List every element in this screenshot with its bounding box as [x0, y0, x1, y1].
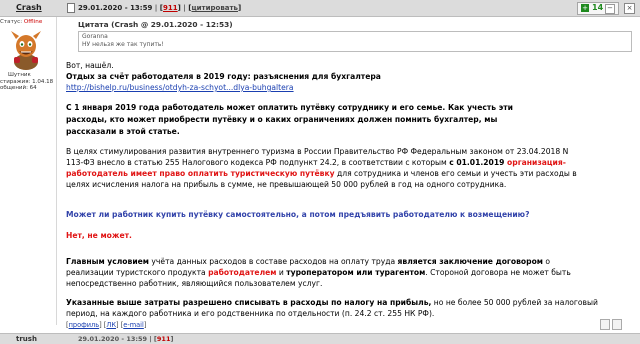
private-message-link[interactable]: ЛК	[106, 321, 116, 329]
paragraph: В целях стимулирования развития внутренн…	[66, 146, 586, 190]
status-label: Статус:	[0, 19, 23, 25]
text-bold: является заключение договором	[397, 257, 543, 266]
next-author-link[interactable]: trush	[16, 335, 37, 343]
separator: |	[154, 4, 158, 12]
email-link[interactable]: e-mail	[123, 321, 144, 329]
next-post-meta: 29.01.2020 - 13:59 | [911]	[78, 335, 174, 343]
post-content: Вот, нашёл. Отдых за счёт работодателя в…	[66, 60, 626, 93]
post-icon	[67, 3, 75, 13]
quote-line: Goranna	[82, 33, 108, 40]
rating-minus-button[interactable]: −	[605, 4, 615, 14]
status-value: Offline	[23, 19, 43, 25]
lead-paragraph: С 1 января 2019 года работодатель может …	[66, 103, 513, 136]
intro-text: Вот, нашёл.	[66, 61, 114, 70]
quote-body: Goranna НУ нельзя же так тупить!	[78, 31, 632, 52]
quote-line: НУ нельзя же так тупить!	[82, 41, 164, 48]
quote-button[interactable]: цитировать	[191, 4, 238, 12]
post-meta: 29.01.2020 - 13:59 | [911] | [цитировать…	[78, 4, 242, 12]
user-title: Шутник	[8, 72, 31, 78]
article-link[interactable]: http://bishelp.ru/business/otdyh-za-schy…	[66, 83, 294, 92]
text-highlight: работодателем	[208, 268, 277, 277]
answer-text: Нет, не может.	[66, 231, 132, 240]
question-text: Может ли работник купить путёвку самосто…	[66, 210, 530, 219]
expand-icon[interactable]	[600, 319, 610, 330]
paragraph: Главным условием учёта данных расходов в…	[66, 256, 591, 289]
avatar[interactable]	[8, 29, 44, 71]
text-bold: Указанные выше затраты разрешено списыва…	[66, 298, 432, 307]
text-bold: с 01.01.2019	[449, 158, 508, 167]
next-post-number[interactable]: 911	[157, 335, 171, 343]
text: и	[276, 268, 287, 277]
separator: |	[183, 4, 186, 12]
next-post-date: 29.01.2020 - 13:59 |	[78, 335, 152, 343]
close-icon[interactable]: ×	[624, 3, 635, 14]
rating-plus-button[interactable]: +	[581, 4, 589, 12]
text-bold: туроператором или турагентом	[286, 268, 426, 277]
article-heading: Отдых за счёт работодателя в 2019 году: …	[66, 72, 381, 81]
column-divider	[56, 17, 57, 325]
paragraph: Указанные выше затраты разрешено списыва…	[66, 297, 606, 319]
author-link[interactable]: Crash	[16, 3, 42, 12]
post-number-link[interactable]: 911	[163, 4, 178, 12]
user-messages: общений: 64	[0, 85, 37, 91]
rating-value: 14	[592, 3, 604, 12]
rating-widget: + 14 −	[577, 2, 619, 15]
bracket: ]	[143, 321, 147, 329]
post-header-bar: Crash 29.01.2020 - 13:59 | [911] | [цити…	[0, 0, 640, 17]
text: учёта данных расходов в составе расходов…	[149, 257, 398, 266]
collapse-icon[interactable]	[612, 319, 622, 330]
post-date: 29.01.2020 - 13:59	[78, 4, 153, 12]
text-bold: Главным условием	[66, 257, 150, 266]
user-info-panel: Статус: Offline Шутник стиражия: 1.04.18…	[0, 17, 56, 327]
user-status: Статус: Offline	[0, 19, 42, 25]
post-footer-links: [профиль] [ЛК] [e-mail]	[66, 321, 146, 329]
next-post-header-bar: trush 29.01.2020 - 13:59 | [911]	[0, 333, 640, 344]
profile-link[interactable]: профиль	[69, 321, 100, 329]
quote-header: Цитата (Crash @ 29.01.2020 - 12:53)	[78, 20, 233, 29]
quote-block: Цитата (Crash @ 29.01.2020 - 12:53) Gora…	[78, 20, 632, 52]
